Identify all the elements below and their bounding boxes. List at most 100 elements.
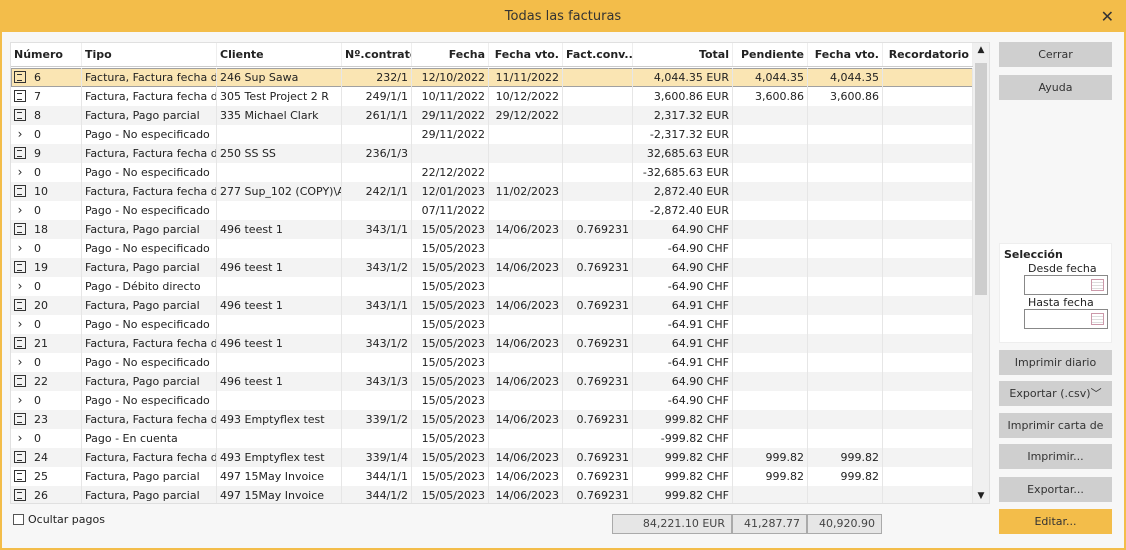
close-icon[interactable]: ✕ bbox=[1101, 2, 1114, 32]
scrollbar-thumb[interactable] bbox=[975, 63, 987, 295]
invoice-icon bbox=[14, 299, 26, 311]
table-cell: Pago - No especificado bbox=[82, 391, 217, 410]
close-button[interactable]: Cerrar bbox=[999, 42, 1112, 67]
column-header[interactable]: Número bbox=[11, 43, 82, 66]
column-header[interactable]: Fact.conv... bbox=[563, 43, 633, 66]
table-cell: Pago - No especificado bbox=[82, 163, 217, 182]
table-cell: -2,872.40 EUR bbox=[633, 201, 733, 220]
row-number: 25 bbox=[34, 470, 48, 483]
calendar-icon[interactable] bbox=[1091, 279, 1104, 291]
table-cell: 246 Sup Sawa bbox=[217, 68, 342, 87]
table-row[interactable]: › 0 Pago - No especificado 07/11/2022 -2,872… bbox=[11, 201, 973, 220]
table-cell bbox=[883, 239, 973, 258]
row-number: 26 bbox=[34, 489, 48, 502]
table-cell: Factura, Pago parcial bbox=[82, 467, 217, 486]
hide-payments-label: Ocultar pagos bbox=[28, 513, 105, 526]
column-header[interactable]: Cliente bbox=[217, 43, 342, 66]
export-csv-button[interactable]: Exportar (.csv)﹀ bbox=[999, 381, 1112, 406]
column-header[interactable]: Recordatorio bbox=[883, 43, 973, 66]
export-button[interactable]: Exportar... bbox=[999, 477, 1112, 502]
table-row[interactable]: 20 Factura, Pago parcial 496 teest 1 343/1/… bbox=[11, 296, 973, 315]
table-row[interactable]: 8 Factura, Pago parcial 335 Michael Clark 2… bbox=[11, 106, 973, 125]
table-cell bbox=[733, 429, 808, 448]
table-row[interactable]: › 0 Pago - No especificado 15/05/2023 -64.90… bbox=[11, 391, 973, 410]
print-journal-button[interactable]: Imprimir diario bbox=[999, 350, 1112, 375]
checkbox-box[interactable] bbox=[13, 514, 24, 525]
table-cell bbox=[217, 239, 342, 258]
table-row[interactable]: 22 Factura, Pago parcial 496 teest 1 343/1/… bbox=[11, 372, 973, 391]
table-cell: 15/05/2023 bbox=[412, 372, 489, 391]
to-date-input[interactable] bbox=[1024, 309, 1108, 329]
export-csv-label: Exportar (.csv) bbox=[1009, 387, 1091, 400]
table-cell: Pago - No especificado bbox=[82, 239, 217, 258]
table-row[interactable]: 24 Factura, Factura fecha de 493 Emptyflex… bbox=[11, 448, 973, 467]
table-cell bbox=[217, 201, 342, 220]
table-row[interactable]: 18 Factura, Pago parcial 496 teest 1 343/1/… bbox=[11, 220, 973, 239]
table-cell: 0.769231 bbox=[563, 258, 633, 277]
table-row[interactable]: 21 Factura, Factura fecha de 496 teest 1 34… bbox=[11, 334, 973, 353]
row-number: 21 bbox=[34, 337, 48, 350]
chevron-right-icon: › bbox=[17, 431, 23, 445]
table-cell: 64.91 CHF bbox=[633, 296, 733, 315]
print-letter-button[interactable]: Imprimir carta de r... bbox=[999, 413, 1112, 457]
table-cell: -999.82 CHF bbox=[633, 429, 733, 448]
table-cell: › 0 bbox=[11, 391, 82, 410]
column-header[interactable]: Tipo bbox=[82, 43, 217, 66]
print-button[interactable]: Imprimir... bbox=[999, 444, 1112, 469]
column-header[interactable]: Fecha vto. bbox=[808, 43, 883, 66]
table-cell bbox=[733, 125, 808, 144]
calendar-icon[interactable] bbox=[1091, 313, 1104, 325]
table-cell: 15/05/2023 bbox=[412, 315, 489, 334]
column-header[interactable]: Fecha vto. bbox=[489, 43, 563, 66]
table-cell bbox=[342, 125, 412, 144]
chevron-right-icon: › bbox=[17, 165, 23, 179]
table-row[interactable]: 7 Factura, Factura fecha de 305 Test Proje… bbox=[11, 87, 973, 106]
vertical-scrollbar[interactable]: ▲ ▼ bbox=[973, 43, 989, 503]
table-cell: 0.769231 bbox=[563, 410, 633, 429]
table-row[interactable]: › 0 Pago - No especificado 15/05/2023 -64.91… bbox=[11, 353, 973, 372]
table-cell: 15/05/2023 bbox=[412, 467, 489, 486]
table-row[interactable]: 19 Factura, Pago parcial 496 teest 1 343/1/… bbox=[11, 258, 973, 277]
hide-payments-checkbox[interactable]: Ocultar pagos bbox=[13, 513, 105, 526]
from-date-label: Desde fecha bbox=[1028, 262, 1097, 275]
from-date-input[interactable] bbox=[1024, 275, 1108, 295]
table-row[interactable]: 25 Factura, Pago parcial 497 15May Invoice… bbox=[11, 467, 973, 486]
help-button[interactable]: Ayuda bbox=[999, 75, 1112, 100]
table-row[interactable]: 23 Factura, Factura fecha de 493 Emptyflex… bbox=[11, 410, 973, 429]
table-cell: 29/11/2022 bbox=[412, 106, 489, 125]
table-cell bbox=[808, 106, 883, 125]
column-header[interactable]: Total bbox=[633, 43, 733, 66]
table-cell: 21 bbox=[11, 334, 82, 353]
table-cell bbox=[808, 391, 883, 410]
table-row[interactable]: › 0 Pago - No especificado 15/05/2023 -64.91… bbox=[11, 315, 973, 334]
table-cell: Factura, Pago parcial bbox=[82, 372, 217, 391]
table-row[interactable]: 26 Factura, Pago parcial 497 15May Invoice… bbox=[11, 486, 973, 503]
table-row[interactable]: › 0 Pago - No especificado 22/12/2022 -32,68… bbox=[11, 163, 973, 182]
table-row[interactable]: › 0 Pago - No especificado 29/11/2022 -2,317… bbox=[11, 125, 973, 144]
column-header[interactable]: Pendiente bbox=[733, 43, 808, 66]
column-header[interactable]: Fecha bbox=[412, 43, 489, 66]
table-cell: 22 bbox=[11, 372, 82, 391]
scroll-up-icon[interactable]: ▲ bbox=[973, 45, 989, 55]
table-row[interactable]: › 0 Pago - No especificado 15/05/2023 -64.90… bbox=[11, 239, 973, 258]
table-cell: 25 bbox=[11, 467, 82, 486]
column-header[interactable]: Nº.contrato bbox=[342, 43, 412, 66]
table-row[interactable]: 9 Factura, Factura fecha de 250 SS SS 236/1… bbox=[11, 144, 973, 163]
table-row[interactable]: › 0 Pago - Débito directo 15/05/2023 -64.90 … bbox=[11, 277, 973, 296]
table-row[interactable]: › 0 Pago - En cuenta 15/05/2023 -999.82 CHF bbox=[11, 429, 973, 448]
scroll-down-icon[interactable]: ▼ bbox=[973, 491, 989, 501]
table-cell: 999.82 bbox=[733, 448, 808, 467]
table-cell bbox=[217, 277, 342, 296]
table-cell bbox=[489, 201, 563, 220]
table-cell bbox=[563, 87, 633, 106]
table-cell bbox=[733, 372, 808, 391]
table-cell: 12/01/2023 bbox=[412, 182, 489, 201]
table-cell: 14/06/2023 bbox=[489, 486, 563, 503]
table-cell: 15/05/2023 bbox=[412, 277, 489, 296]
table-cell bbox=[733, 144, 808, 163]
table-row[interactable]: 6 Factura, Factura fecha de 246 Sup Sawa 23… bbox=[11, 68, 973, 87]
table-cell: 339/1/2 bbox=[342, 410, 412, 429]
table-cell: 3,600.86 bbox=[733, 87, 808, 106]
table-row[interactable]: 10 Factura, Factura fecha de 277 Sup_102 (… bbox=[11, 182, 973, 201]
edit-button[interactable]: Editar... bbox=[999, 509, 1112, 534]
